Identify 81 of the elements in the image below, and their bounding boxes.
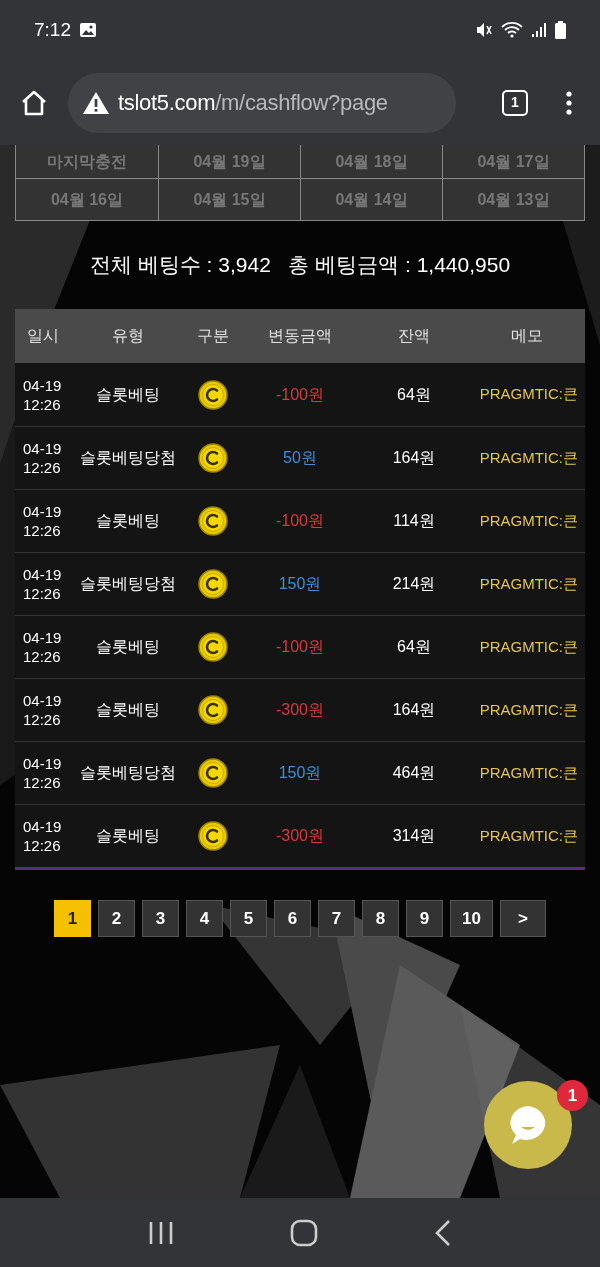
date-time-cell-text: 04-19 12:26 [22,817,63,855]
balance-cell-text: 114원 [392,511,436,531]
memo-cell-text: PRAGMTIC:큰 [478,762,579,783]
page-button[interactable]: 8 [362,900,400,937]
column-header: 일시 [26,326,60,346]
balance-cell-text: 314원 [391,826,437,846]
page-button[interactable]: 7 [318,900,356,937]
memo-cell-text: PRAGMTIC:큰 [478,825,579,846]
more-icon[interactable] [566,90,572,115]
type-cell-text: 슬롯베팅 [94,637,161,657]
page-button[interactable]: 6 [274,900,312,937]
memo-cell-text: PRAGMTIC:큰 [478,447,579,468]
memo-cell-text: PRAGMTIC:큰 [478,699,579,720]
date-time-cell-text: 04-19 12:26 [22,502,63,540]
type-cell-text: 슬롯베팅당첨 [78,448,177,468]
column-header: 변동금액 [267,326,333,346]
image-icon [79,22,97,38]
back-icon[interactable] [434,1218,452,1247]
date-time-cell-text: 04-19 12:26 [22,691,63,729]
amount-cell-text: -100원 [275,384,325,405]
balance-cell-text: 164원 [391,448,437,468]
home-icon[interactable] [290,1218,318,1247]
page-button[interactable]: 5 [230,900,268,937]
page-button[interactable]: 10 [450,900,493,937]
page-button[interactable]: 2 [98,900,136,937]
amount-cell-text: 150원 [277,574,323,594]
amount-cell-text: -300원 [275,826,325,846]
coin-icon [197,632,228,662]
page-button[interactable]: 4 [186,900,224,937]
recent-apps-icon[interactable] [148,1220,174,1245]
balance-cell-text: 64원 [396,384,432,405]
column-header: 메모 [510,326,544,346]
page-button[interactable]: 1 [54,900,92,937]
amount-cell-text: -300원 [275,700,325,720]
coin-icon [197,379,228,410]
coin-icon [197,506,228,536]
memo-cell-text: PRAGMTIC:큰 [478,573,579,594]
date-time-cell-text: 04-19 12:26 [22,628,63,666]
coin-icon [197,758,228,788]
type-cell-text: 슬롯베팅 [94,511,161,531]
column-header: 유형 [110,326,145,346]
wifi-icon [501,21,523,39]
page-button[interactable]: 9 [406,900,444,937]
column-header: 구분 [195,326,230,346]
amount-cell-text: 50원 [282,448,318,468]
amount-cell-text: 150원 [277,763,323,783]
warning-icon [82,90,110,115]
type-cell-text: 슬롯베팅 [94,384,161,405]
page-button[interactable]: > [499,900,546,937]
tab-count-button[interactable]: 1 [502,89,528,116]
betting-summary: 전체 베팅수 : 3,942 총 베팅금액 : 1,440,950 [89,252,511,279]
page-button[interactable]: 3 [142,900,180,937]
type-cell-text: 슬롯베팅당첨 [78,574,177,594]
battery-icon [555,21,566,39]
coin-icon [197,443,228,473]
balance-cell-text: 464원 [391,763,437,783]
balance-cell-text: 164원 [391,700,437,720]
memo-cell-text: PRAGMTIC:큰 [478,384,579,405]
date-time-cell-text: 04-19 12:26 [22,565,63,603]
coin-icon [197,821,228,851]
coin-icon [197,569,228,599]
clock-time: 7:12 [34,17,71,42]
coin-icon [197,695,228,725]
memo-cell-text: PRAGMTIC:큰 [478,510,579,531]
balance-cell-text: 214원 [391,574,437,594]
date-time-cell-text: 04-19 12:26 [22,754,63,792]
memo-cell-text: PRAGMTIC:큰 [478,636,579,657]
amount-cell-text: -100원 [275,637,325,657]
url-text: tslot5.com/m/cashflow?page [118,89,388,117]
mute-icon [475,21,493,39]
signal-icon [531,22,547,38]
home-icon[interactable] [20,88,48,117]
type-cell-text: 슬롯베팅당첨 [78,763,177,783]
date-time-cell-text: 04-19 12:26 [22,439,63,477]
address-bar[interactable]: tslot5.com/m/cashflow?page [68,72,456,133]
balance-cell-text: 64원 [396,637,432,657]
amount-cell-text: -100원 [275,511,325,531]
type-cell-text: 슬롯베팅 [94,826,161,846]
date-time-cell-text: 04-19 12:26 [22,375,63,414]
column-header: 잔액 [397,326,431,346]
type-cell-text: 슬롯베팅 [94,700,161,720]
